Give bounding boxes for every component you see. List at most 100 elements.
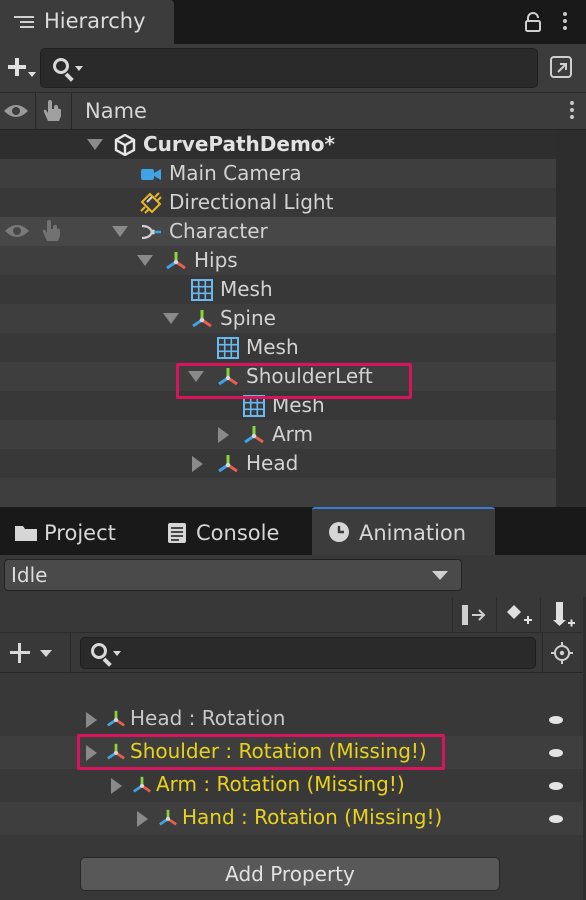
bone-transform-icon [159, 809, 177, 826]
directional-light-icon [140, 192, 162, 214]
fold-closed-arrow-icon[interactable] [111, 778, 122, 794]
fold-closed-arrow-icon[interactable] [86, 712, 97, 728]
fold-open-arrow-icon[interactable] [112, 226, 128, 237]
scene-visibility-popout-icon[interactable] [550, 56, 574, 80]
bone-transform-icon [192, 310, 212, 328]
tree-item-label: Spine [220, 306, 276, 330]
property-search-field[interactable] [80, 637, 536, 669]
add-curve-button[interactable] [8, 641, 56, 667]
hierarchy-tabbar: Hierarchy [0, 0, 586, 44]
property-row-missing[interactable]: Shoulder : Rotation (Missing!) [0, 736, 586, 769]
fold-closed-arrow-icon[interactable] [86, 745, 97, 761]
clock-icon [329, 522, 349, 542]
animation-toolbar [0, 597, 586, 633]
tree-item-label: Hips [194, 248, 238, 272]
tree-row-shoulderleft[interactable]: ShoulderLeft [0, 362, 556, 391]
add-property-button[interactable]: Add Property [80, 857, 500, 891]
tree-row[interactable]: Arm [0, 420, 556, 449]
bone-transform-icon [166, 252, 186, 270]
pickable-hand-icon[interactable] [40, 219, 64, 243]
bone-transform-icon [107, 743, 125, 760]
mesh-grid-icon [191, 279, 213, 301]
tab-console[interactable]: Console [152, 507, 310, 555]
tree-item-label: Head [246, 451, 299, 475]
tree-row[interactable]: Head [0, 449, 556, 478]
property-options-dot-icon[interactable] [549, 815, 563, 823]
tree-row[interactable]: Main Camera [0, 159, 556, 188]
frame-selected-crosshair-icon[interactable] [550, 641, 574, 665]
folder-icon [15, 526, 37, 541]
unity-scene-icon [114, 134, 136, 156]
tab-animation[interactable]: Animation [312, 507, 495, 555]
fold-closed-arrow-icon[interactable] [192, 456, 203, 472]
add-event-marker-icon[interactable] [460, 603, 488, 627]
animation-searchbar [0, 633, 586, 673]
add-event-icon[interactable] [550, 601, 576, 629]
fold-closed-arrow-icon[interactable] [218, 427, 229, 443]
property-label: Head : Rotation [130, 706, 286, 730]
console-icon [168, 523, 186, 543]
property-search-input[interactable] [129, 640, 529, 666]
tree-item-label: Arm [272, 422, 314, 446]
property-row-missing[interactable]: Hand : Rotation (Missing!) [0, 802, 586, 835]
property-row[interactable]: Head : Rotation [0, 703, 586, 736]
tab-project[interactable]: Project [0, 507, 152, 555]
visibility-column-eye-icon[interactable] [3, 102, 29, 120]
tab-label: Project [44, 521, 116, 545]
tree-item-label: Mesh [272, 393, 325, 417]
bottom-tabbar: Project Console Animation [0, 507, 586, 555]
tree-row[interactable]: Mesh [0, 333, 556, 362]
tree-item-label: Character [169, 219, 268, 243]
character-transform-icon [141, 224, 161, 240]
tree-row[interactable]: Hips [0, 246, 556, 275]
hierarchy-list-icon [14, 16, 34, 30]
clip-dropdown[interactable]: Idle [4, 559, 462, 591]
search-icon[interactable] [53, 58, 83, 82]
pickability-column-hand-icon[interactable] [41, 99, 65, 123]
tree-item-label: ShoulderLeft [246, 364, 373, 388]
property-options-dot-icon[interactable] [549, 716, 563, 724]
clip-dropdown-value: Idle [11, 563, 48, 587]
property-label-missing: Hand : Rotation (Missing!) [182, 805, 443, 829]
property-options-dot-icon[interactable] [549, 749, 563, 757]
tab-menu-icon[interactable] [562, 12, 568, 34]
visibility-eye-icon[interactable] [4, 221, 30, 241]
tab-hierarchy[interactable]: Hierarchy [0, 0, 174, 44]
lock-icon[interactable] [524, 12, 542, 32]
add-keyframe-icon[interactable] [504, 603, 532, 627]
fold-open-arrow-icon[interactable] [188, 371, 204, 382]
tree-row[interactable]: Mesh [0, 275, 556, 304]
tree-row-character[interactable]: Character [0, 217, 556, 246]
tree-row[interactable]: Directional Light [0, 188, 556, 217]
tree-row[interactable]: Mesh [0, 391, 556, 420]
dropdown-caret-icon [432, 571, 448, 580]
tree-item-label: Mesh [220, 277, 273, 301]
tree-row-scene[interactable]: CurvePathDemo* [0, 130, 556, 159]
tree-item-label: Mesh [246, 335, 299, 359]
fold-closed-arrow-icon[interactable] [137, 811, 148, 827]
tree-item-label: Directional Light [169, 190, 334, 214]
tab-label: Console [196, 521, 280, 545]
mesh-grid-icon [243, 395, 265, 417]
search-icon[interactable] [91, 643, 121, 667]
hierarchy-tab-title: Hierarchy [44, 9, 146, 33]
bone-transform-icon [107, 710, 125, 727]
fold-open-arrow-icon[interactable] [137, 255, 153, 266]
fold-open-arrow-icon[interactable] [87, 139, 103, 150]
tab-label: Animation [359, 521, 467, 545]
column-options-icon[interactable] [569, 101, 575, 123]
property-row-missing[interactable]: Arm : Rotation (Missing!) [0, 769, 586, 802]
tree-row[interactable]: Spine [0, 304, 556, 333]
hierarchy-tree: CurvePathDemo* Main Camera Directional L… [0, 130, 556, 507]
property-label-missing: Arm : Rotation (Missing!) [156, 772, 405, 796]
create-add-button[interactable] [6, 54, 36, 82]
hierarchy-toolbar [0, 44, 586, 92]
bone-transform-icon [244, 426, 264, 444]
tree-item-label: CurvePathDemo* [143, 132, 336, 156]
hierarchy-scrollbar-track[interactable] [556, 130, 586, 507]
mesh-grid-icon [217, 337, 239, 359]
property-options-dot-icon[interactable] [549, 782, 563, 790]
hierarchy-search-input[interactable] [91, 53, 531, 83]
fold-open-arrow-icon[interactable] [163, 313, 179, 324]
hierarchy-search-field[interactable] [40, 48, 538, 88]
